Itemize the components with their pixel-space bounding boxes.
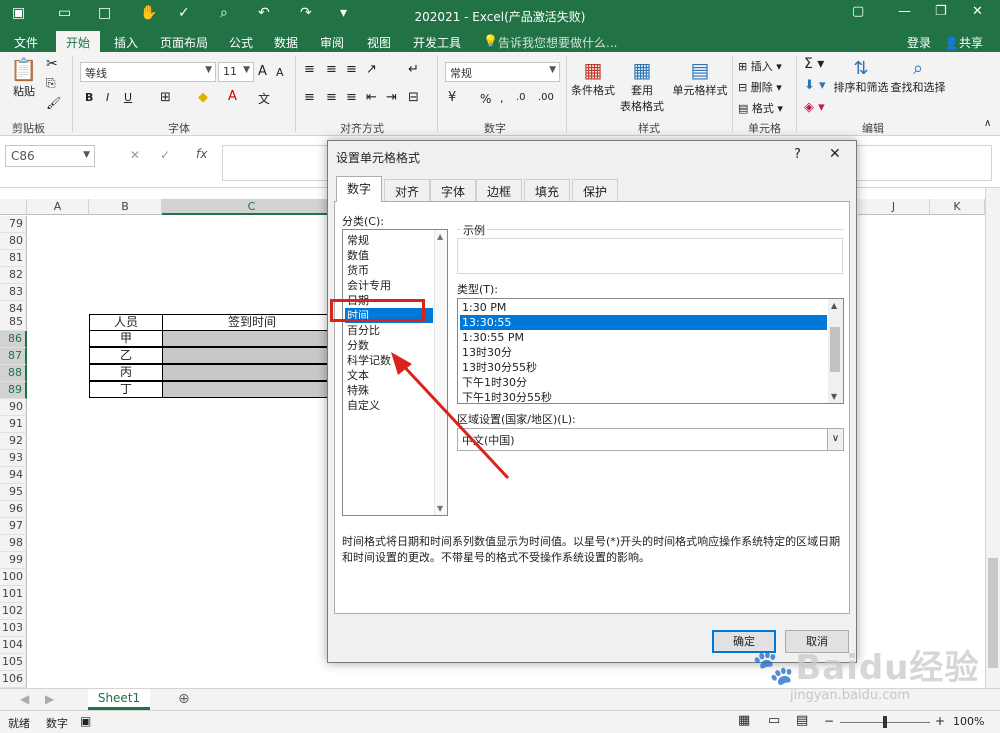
watermark-logo: 🐾Baidu经验 <box>752 640 979 689</box>
paw-icon: 🐾 <box>752 648 796 688</box>
watermark-url: jingyan.baidu.com <box>790 688 910 703</box>
watermark-brand: Baidu经验 <box>795 648 980 688</box>
annotation-arrow <box>391 352 510 480</box>
